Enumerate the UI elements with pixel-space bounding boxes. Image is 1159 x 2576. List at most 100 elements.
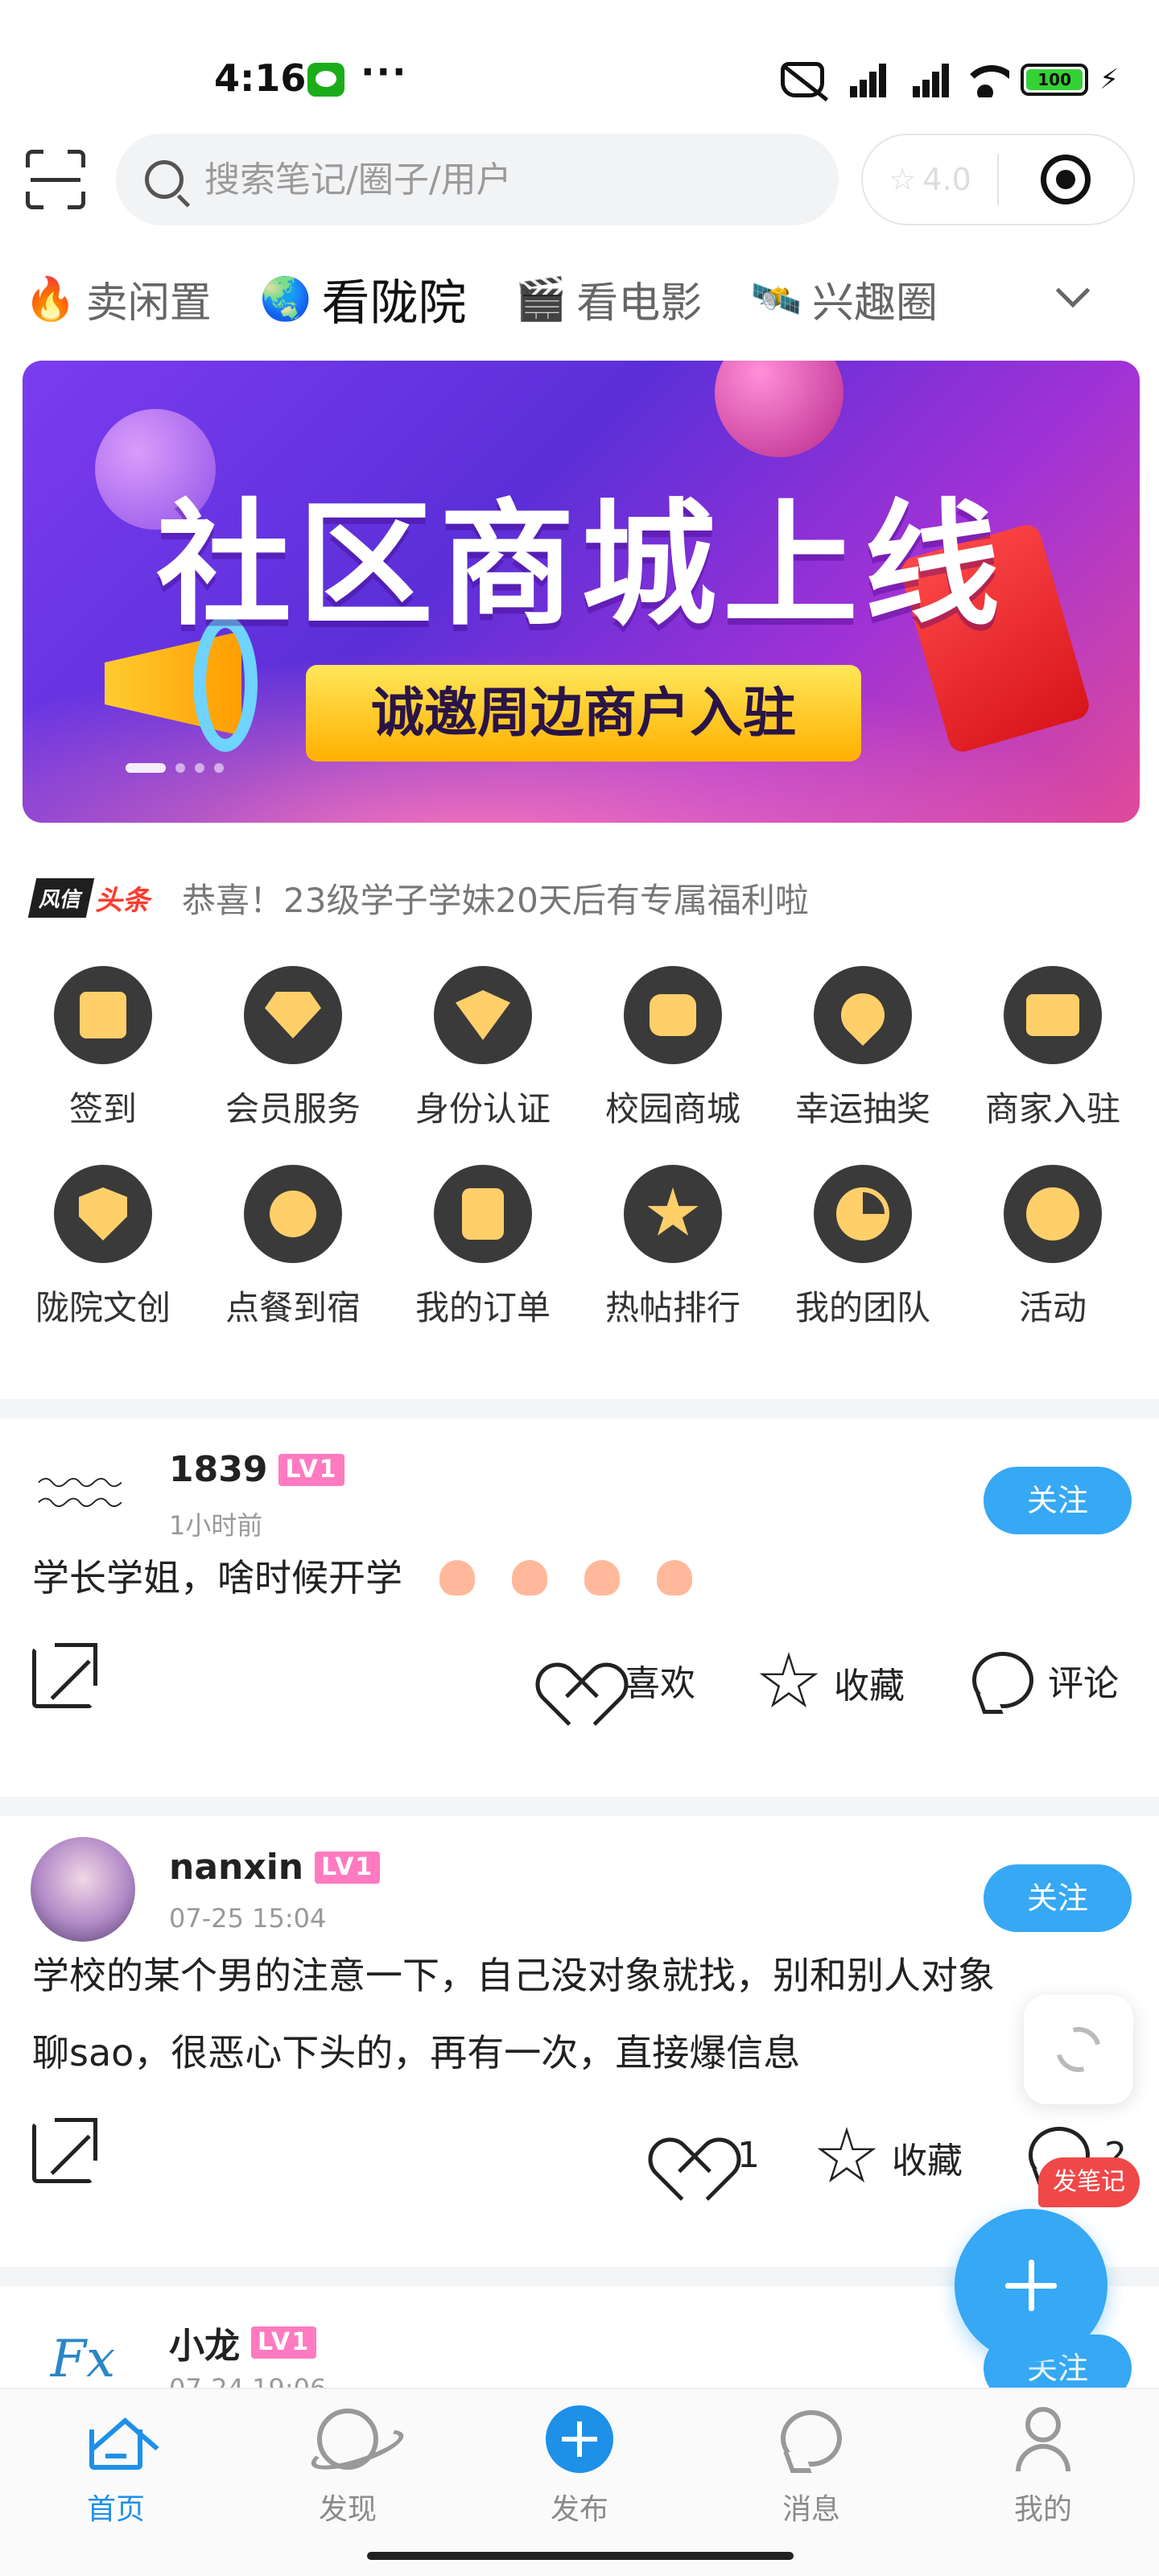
share-icon[interactable]: [32, 1643, 97, 1708]
grid-item-sign-in[interactable]: 签到: [8, 966, 198, 1131]
comment-label: 评论: [1048, 1663, 1119, 1704]
grid-item-activities[interactable]: 活动: [958, 1165, 1148, 1330]
grid-item-membership[interactable]: 会员服务: [198, 966, 388, 1131]
username[interactable]: 小龙 LV1: [169, 2317, 317, 2368]
pie-chart-icon: [814, 1165, 912, 1263]
scan-icon[interactable]: [26, 150, 85, 209]
post-card[interactable]: nanxin LV1 07-25 15:04 关注 学校的某个男的注意一下，自己…: [0, 1816, 1159, 2267]
close-miniprogram-button[interactable]: [999, 155, 1133, 204]
comment-button[interactable]: 评论: [972, 1652, 1119, 1708]
favorite-label: 收藏: [834, 1666, 905, 1707]
grid-label: 商家入驻: [984, 1089, 1120, 1129]
grid-label: 校园商城: [604, 1089, 740, 1129]
post-header: 1839 LV1 1小时前 关注: [0, 1418, 1159, 1544]
carousel-dot[interactable]: [214, 763, 224, 773]
post-content[interactable]: 学校的某个男的注意一下，自己没对象就找，别和别人对象聊sao，很恶心下头的，再有…: [0, 1937, 1046, 2091]
avatar[interactable]: [31, 1837, 135, 1942]
nav-discover[interactable]: 发现: [232, 2389, 464, 2576]
tab-interest-circle[interactable]: 🛰️ 兴趣圈: [750, 269, 938, 329]
channel-tabs: 🔥 卖闲置 🌏 看陇院 🎬 看电影 🛰️ 兴趣圈: [24, 262, 986, 335]
username-text: nanxin: [169, 1847, 304, 1888]
post-actions: 1 收藏 2: [0, 2091, 1159, 2204]
follow-button[interactable]: 关注: [984, 1467, 1132, 1534]
star-icon: ☆: [889, 162, 917, 197]
tab-movies[interactable]: 🎬 看电影: [515, 269, 703, 329]
grid-label: 会员服务: [225, 1089, 361, 1129]
username[interactable]: 1839 LV1: [169, 1449, 344, 1490]
grid-label: 身份认证: [415, 1089, 551, 1129]
carousel-dot[interactable]: [175, 763, 185, 773]
username[interactable]: nanxin LV1: [169, 1847, 381, 1888]
new-note-button[interactable]: [955, 2209, 1107, 2362]
nav-label: 发布: [550, 2493, 608, 2526]
follow-button[interactable]: 关注: [984, 1864, 1132, 1932]
rating-button[interactable]: ☆ 4.0: [863, 162, 997, 197]
grid-item-cultural-products[interactable]: 陇院文创: [8, 1165, 198, 1330]
grid-label: 陇院文创: [35, 1288, 171, 1327]
calendar-check-icon: [54, 966, 152, 1064]
grid-item-food-delivery[interactable]: 点餐到宿: [198, 1165, 388, 1330]
nav-label: 首页: [86, 2493, 145, 2526]
favorite-button[interactable]: 收藏: [816, 2127, 963, 2188]
grid-item-verification[interactable]: 身份认证: [388, 966, 578, 1131]
nav-profile[interactable]: 我的: [927, 2389, 1159, 2576]
grid-item-my-team[interactable]: 我的团队: [768, 1165, 958, 1330]
headline-ticker[interactable]: 风信 头条 恭喜！23级学子学妹20天后有专属福利啦: [27, 869, 809, 926]
grid-label: 我的订单: [415, 1288, 551, 1327]
satellite-icon: 🛰️: [750, 275, 803, 324]
star-circle-icon: [1004, 1165, 1102, 1263]
refresh-button[interactable]: [1024, 1995, 1133, 2104]
status-more-dots: ···: [361, 50, 408, 93]
grid-item-my-orders[interactable]: 我的订单: [388, 1165, 578, 1330]
heart-icon: [546, 1652, 610, 1708]
username-text: 1839: [169, 1449, 268, 1490]
tab-label: 看电影: [576, 279, 703, 328]
grid-item-hot-ranking[interactable]: 热帖排行: [578, 1165, 768, 1330]
tab-sell-idle[interactable]: 🔥 卖闲置: [24, 269, 212, 329]
avatar[interactable]: [31, 1439, 135, 1544]
post-content[interactable]: 学长学姐，啥时候开学: [0, 1539, 1159, 1616]
nav-home[interactable]: 首页: [0, 2389, 232, 2576]
post-time: 07-24 19:06: [169, 2373, 326, 2388]
post-time: 1小时前: [169, 1510, 263, 1541]
avatar[interactable]: Fx: [31, 2307, 135, 2388]
planet-icon: [314, 2405, 382, 2473]
promo-banner[interactable]: 社区商城上线 诚邀周边商户入驻: [23, 361, 1140, 823]
globe-icon: 🌏: [259, 275, 312, 324]
pray-emoji-icon: [584, 1560, 620, 1596]
miniprogram-capsule: ☆ 4.0: [861, 134, 1135, 225]
favorite-button[interactable]: 收藏: [758, 1652, 905, 1713]
nav-publish[interactable]: 发布: [464, 2389, 695, 2576]
search-bar[interactable]: [116, 134, 839, 225]
search-icon: [145, 160, 184, 199]
refresh-icon: [1047, 2018, 1110, 2081]
search-input[interactable]: [204, 159, 816, 200]
carousel-dot[interactable]: [195, 763, 204, 773]
tab-campus[interactable]: 🌏 看陇院: [260, 264, 467, 334]
carousel-dot[interactable]: [126, 763, 166, 773]
plus-icon: [1005, 2260, 1057, 2311]
nav-messages[interactable]: 消息: [695, 2389, 927, 2576]
battery-level: 100: [1026, 69, 1083, 90]
shield-check-icon: [54, 1165, 152, 1263]
like-button[interactable]: 喜欢: [546, 1652, 695, 1708]
fire-icon: 🔥: [24, 275, 76, 324]
function-grid: 签到 会员服务 身份认证 校园商城 幸运抽奖 商家入驻 陇院文创 点餐到宿 我的…: [8, 966, 1151, 1330]
bottom-navigation: 首页 发现 发布 消息 我的: [0, 2388, 1159, 2576]
nav-label: 发现: [318, 2493, 377, 2526]
grid-label: 签到: [68, 1089, 137, 1129]
grid-label: 热帖排行: [604, 1288, 740, 1327]
grid-item-campus-store[interactable]: 校园商城: [578, 966, 768, 1131]
chevron-down-icon[interactable]: [1055, 273, 1091, 308]
merchant-icon: [1004, 966, 1102, 1064]
post-card[interactable]: 1839 LV1 1小时前 关注 学长学姐，啥时候开学 喜欢 收藏 评论: [0, 1418, 1159, 1797]
hd-signal-icon: [835, 62, 887, 97]
grid-item-merchant-join[interactable]: 商家入驻: [958, 966, 1148, 1131]
home-indicator[interactable]: [367, 2552, 794, 2560]
new-note-badge[interactable]: 发笔记: [1038, 2157, 1140, 2207]
share-icon[interactable]: [32, 2118, 97, 2183]
like-button[interactable]: 1: [658, 2127, 760, 2183]
pray-emoji-icon: [439, 1560, 475, 1596]
post-actions: 喜欢 收藏 评论: [0, 1616, 1159, 1729]
grid-item-lucky-draw[interactable]: 幸运抽奖: [768, 966, 958, 1131]
